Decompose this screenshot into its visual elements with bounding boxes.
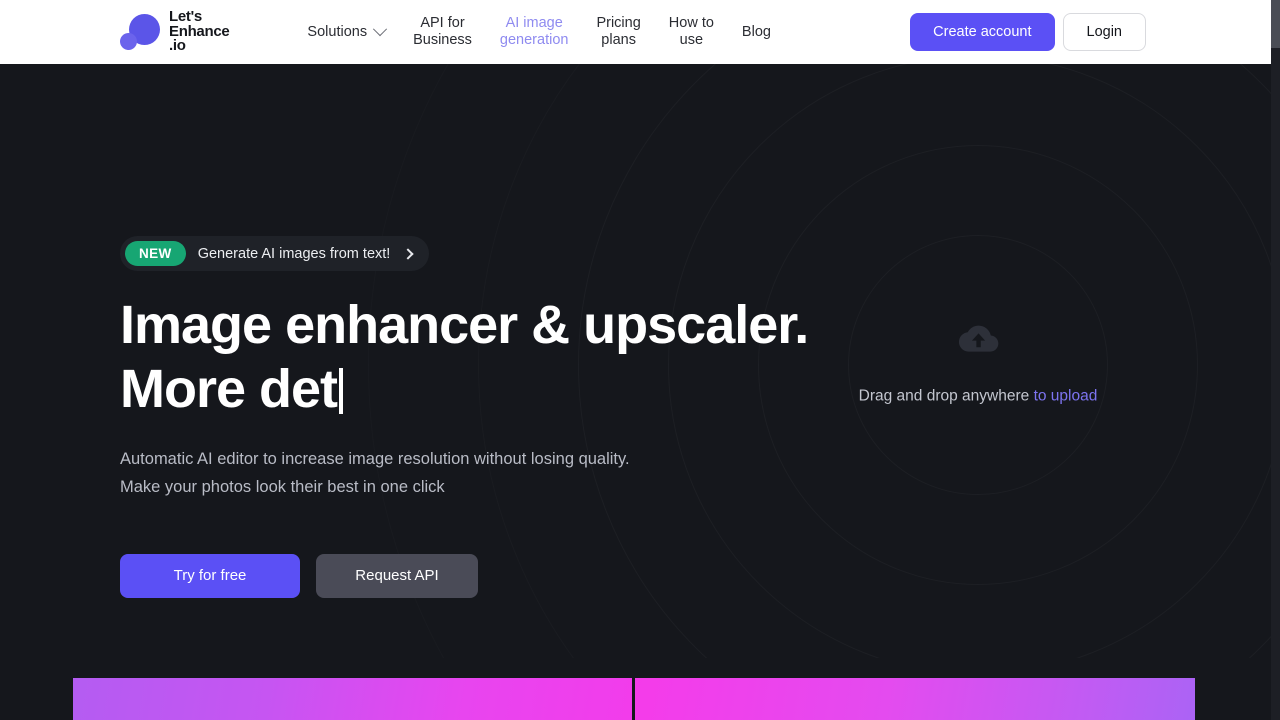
chevron-right-icon xyxy=(402,247,414,260)
dropzone-text: Drag and drop anywhere to upload xyxy=(859,388,1098,406)
dropzone-label: Drag and drop anywhere xyxy=(858,387,1030,405)
headline-line-1: Image enhancer & upscaler. xyxy=(120,295,809,355)
hero-content: NEW Generate AI images from text! Image … xyxy=(120,236,880,598)
promo-banner-label: Generate AI images from text! xyxy=(197,245,391,262)
logo-mark-icon xyxy=(120,12,160,52)
try-for-free-button[interactable]: Try for free xyxy=(120,554,300,598)
gradient-panel-left[interactable] xyxy=(73,678,632,720)
request-api-button[interactable]: Request API xyxy=(316,554,478,598)
logo-wordmark: Let's Enhance .io xyxy=(169,9,251,55)
nav-item-ai-image-generation[interactable]: AI image generation xyxy=(486,9,583,55)
hero-section: NEW Generate AI images from text! Image … xyxy=(0,64,1271,658)
gradient-preview-strip xyxy=(73,678,1195,720)
logo-line-3: .io xyxy=(169,37,186,55)
header-actions: Create account Login xyxy=(910,13,1146,51)
page-scrollbar[interactable] xyxy=(1271,0,1280,720)
nav-item-how-to-use[interactable]: How to use xyxy=(655,9,728,55)
headline-line-2: More det xyxy=(120,359,338,419)
main-navigation: Solutions API for Business AI image gene… xyxy=(293,9,785,55)
hero-subtitle-line-1: Automatic AI editor to increase image re… xyxy=(120,450,630,468)
login-button[interactable]: Login xyxy=(1062,13,1146,51)
logo[interactable]: Let's Enhance .io xyxy=(120,9,251,55)
site-header: Let's Enhance .io Solutions API for Busi… xyxy=(0,0,1271,64)
headline-line-2-wrap: More det xyxy=(120,357,880,421)
hero-subtitle-line-2: Make your photos look their best in one … xyxy=(120,478,445,496)
upload-dropzone[interactable]: Drag and drop anywhere to upload xyxy=(859,323,1098,406)
chevron-down-icon xyxy=(373,22,388,37)
ukraine-flag-icon xyxy=(234,10,251,21)
logo-circle-small xyxy=(120,33,137,50)
promo-banner[interactable]: NEW Generate AI images from text! xyxy=(120,236,430,271)
scrollbar-thumb[interactable] xyxy=(1271,0,1280,48)
new-badge: NEW xyxy=(125,241,186,266)
cloud-upload-icon xyxy=(955,323,1001,362)
page-title: Image enhancer & upscaler. More det xyxy=(120,293,880,421)
nav-item-api-for-business[interactable]: API for Business xyxy=(399,9,486,55)
hero-cta-row: Try for free Request API xyxy=(120,554,880,598)
nav-item-solutions[interactable]: Solutions xyxy=(293,18,399,47)
nav-item-blog[interactable]: Blog xyxy=(728,18,785,47)
nav-item-pricing-plans[interactable]: Pricing plans xyxy=(582,9,654,55)
create-account-button[interactable]: Create account xyxy=(910,13,1055,51)
nav-label-solutions: Solutions xyxy=(307,23,368,40)
upload-link[interactable]: to upload xyxy=(1034,388,1098,405)
hero-subtitle: Automatic AI editor to increase image re… xyxy=(120,445,880,501)
page-root: Let's Enhance .io Solutions API for Busi… xyxy=(0,0,1280,720)
gradient-panel-right[interactable] xyxy=(635,678,1195,720)
typewriter-cursor xyxy=(339,368,344,414)
